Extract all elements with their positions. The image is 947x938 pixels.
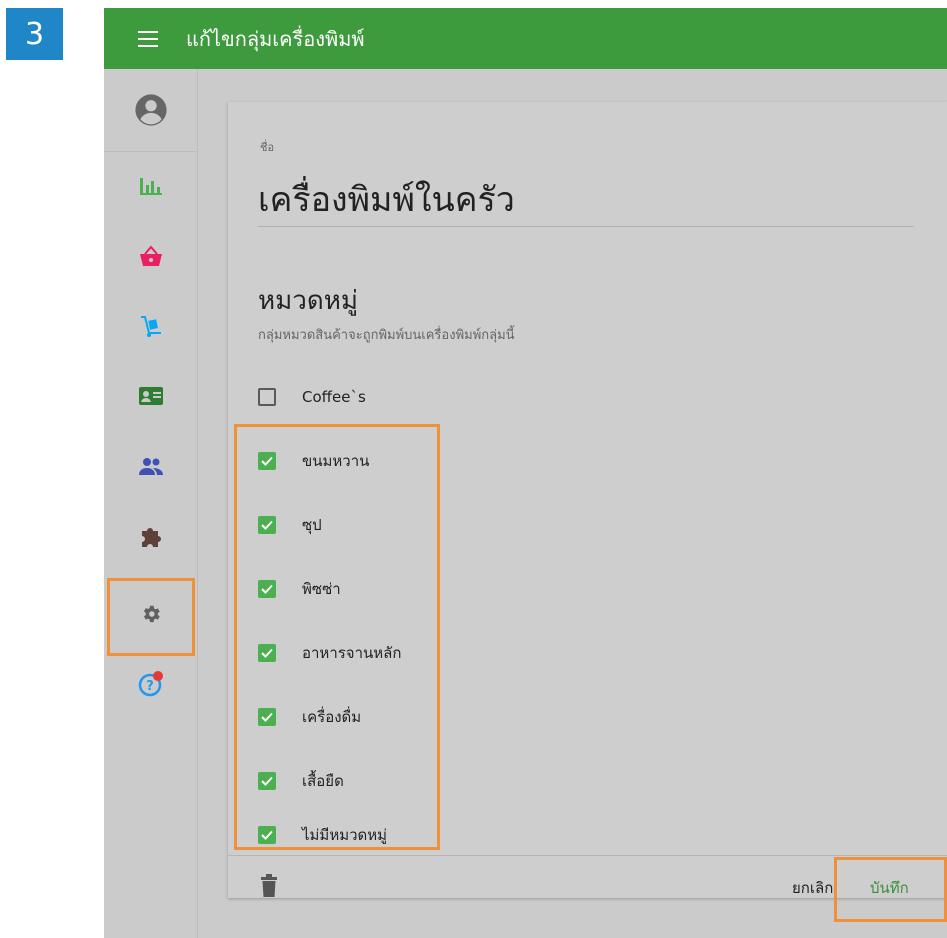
page-title: แก้ไขกลุ่มเครื่องพิมพ์ — [186, 26, 365, 51]
sidebar-item-settings[interactable] — [104, 579, 197, 649]
sidebar: ? — [104, 69, 198, 938]
checkbox-checked-icon[interactable] — [258, 708, 276, 726]
name-field-label: ชื่อ — [260, 141, 275, 154]
save-button[interactable]: บันทึก — [870, 876, 909, 900]
category-checkbox-row[interactable]: Coffee`s — [258, 385, 366, 409]
category-checkbox-row[interactable]: เครื่องดื่ม — [258, 705, 361, 729]
checkbox-checked-icon[interactable] — [258, 826, 276, 844]
contact-card-icon — [138, 387, 163, 405]
svg-text:?: ? — [146, 679, 154, 694]
step-badge: 3 — [6, 8, 63, 60]
menu-icon[interactable] — [138, 30, 158, 47]
category-checkbox-row[interactable]: พิซซ่า — [258, 577, 341, 601]
category-checkbox-row[interactable]: เสื้อยืด — [258, 769, 344, 793]
categories-description: กลุ่มหมวดสินค้าจะถูกพิมพ์บนเครื่องพิมพ์ก… — [258, 328, 515, 343]
sidebar-item-sales[interactable] — [104, 221, 197, 291]
sidebar-item-inventory[interactable] — [104, 291, 197, 361]
sidebar-account[interactable] — [104, 69, 197, 152]
category-checkbox-row[interactable]: ซุป — [258, 513, 322, 537]
main-content: ชื่อ เครื่องพิมพ์ในครัว หมวดหมู่ กลุ่มหม… — [198, 69, 947, 938]
category-label: ขนมหวาน — [302, 452, 370, 470]
checkbox-checked-icon[interactable] — [258, 772, 276, 790]
sidebar-item-addons[interactable] — [104, 501, 197, 571]
sidebar-item-reports[interactable] — [104, 151, 197, 221]
category-checkbox-row[interactable]: ขนมหวาน — [258, 449, 369, 473]
category-label: เครื่องดื่ม — [302, 708, 362, 726]
category-checkbox-row[interactable]: ไม่มีหมวดหมู่ — [258, 823, 387, 847]
help-circle-icon: ? — [138, 671, 163, 697]
category-label: เสื้อยืด — [302, 772, 344, 790]
category-checkbox-row[interactable]: อาหารจานหลัก — [258, 641, 401, 665]
hand-truck-icon — [140, 316, 161, 337]
checkbox-checked-icon[interactable] — [258, 516, 276, 534]
sidebar-item-employees[interactable] — [104, 431, 197, 501]
categories-title: หมวดหมู่ — [258, 286, 359, 316]
app-window: แก้ไขกลุ่มเครื่องพิมพ์ ? ชื่อ เครื่องพิม… — [104, 8, 947, 938]
checkbox-checked-icon[interactable] — [258, 580, 276, 598]
gear-icon — [143, 605, 160, 623]
delete-icon[interactable] — [260, 874, 278, 898]
checkbox-unchecked-icon[interactable] — [258, 388, 276, 406]
name-field-underline — [258, 226, 914, 227]
top-app-bar: แก้ไขกลุ่มเครื่องพิมพ์ — [104, 8, 947, 69]
category-label: พิซซ่า — [302, 580, 341, 598]
edit-printer-group-card: ชื่อ เครื่องพิมพ์ในครัว หมวดหมู่ กลุ่มหม… — [228, 102, 947, 898]
bar-chart-icon — [139, 178, 162, 195]
people-icon — [138, 458, 163, 475]
category-label: อาหารจานหลัก — [302, 644, 402, 662]
category-label: ซุป — [302, 516, 322, 534]
sidebar-item-help[interactable]: ? — [104, 649, 197, 719]
cancel-button[interactable]: ยกเลิก — [792, 876, 833, 900]
card-footer-divider — [228, 855, 947, 856]
category-label: Coffee`s — [302, 388, 366, 406]
basket-icon — [139, 245, 162, 266]
name-field[interactable]: เครื่องพิมพ์ในครัว — [258, 172, 515, 226]
sidebar-item-customers[interactable] — [104, 361, 197, 431]
category-label: ไม่มีหมวดหมู่ — [302, 826, 388, 844]
account-circle-icon — [134, 94, 167, 126]
checkbox-checked-icon[interactable] — [258, 452, 276, 470]
puzzle-icon — [141, 528, 161, 547]
checkbox-checked-icon[interactable] — [258, 644, 276, 662]
